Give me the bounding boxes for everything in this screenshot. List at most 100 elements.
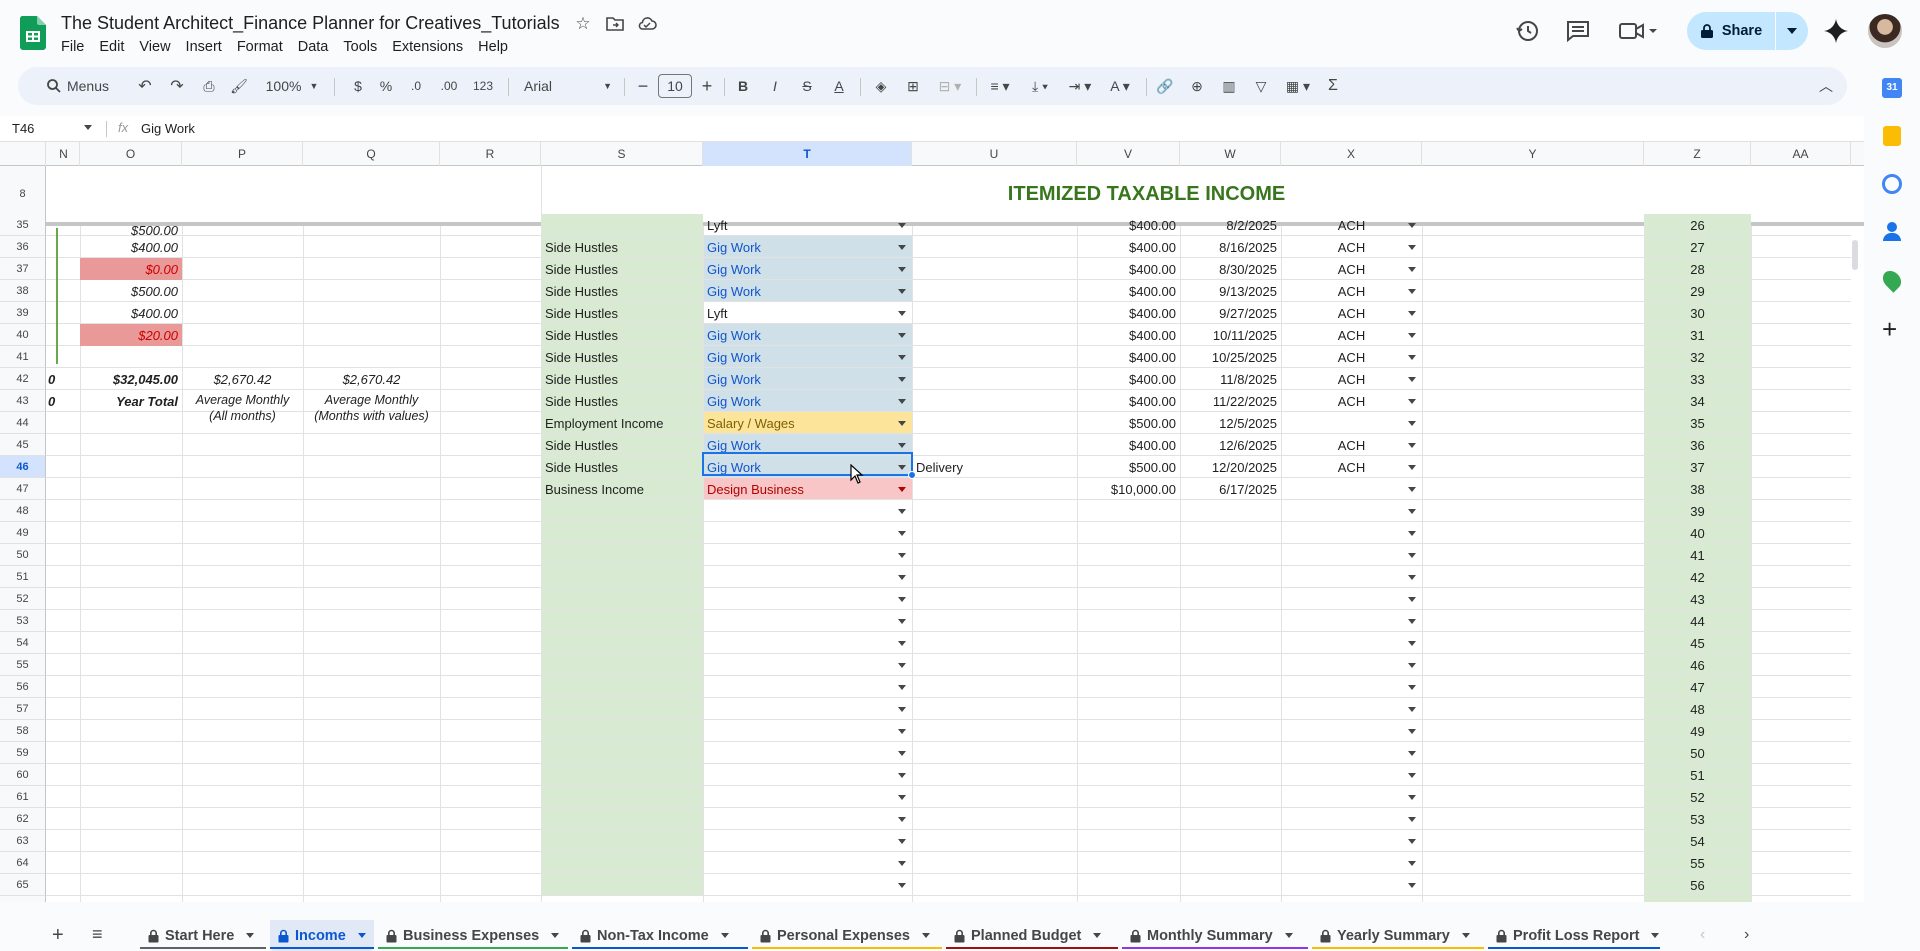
- description-cell[interactable]: [912, 654, 1077, 676]
- dropdown-arrow-icon[interactable]: [1408, 860, 1416, 866]
- cell-o40[interactable]: $20.00: [80, 324, 182, 346]
- subcategory-dropdown[interactable]: [703, 654, 912, 676]
- col-header-p[interactable]: P: [182, 142, 303, 166]
- row-id-cell[interactable]: 41: [1644, 544, 1751, 566]
- description-cell[interactable]: [912, 500, 1077, 522]
- description-cell[interactable]: [912, 280, 1077, 302]
- version-history-icon[interactable]: [1515, 18, 1541, 44]
- description-cell[interactable]: [912, 368, 1077, 390]
- strikethrough-button[interactable]: S: [794, 67, 820, 105]
- payment-method-dropdown[interactable]: [1281, 808, 1422, 830]
- date-cell[interactable]: 10/25/2025: [1180, 346, 1281, 368]
- dropdown-arrow-icon[interactable]: [1408, 266, 1416, 272]
- sheet-tab-non-tax-income[interactable]: Non-Tax Income: [572, 920, 748, 951]
- row-header-51[interactable]: 51: [0, 566, 46, 588]
- amount-cell[interactable]: $400.00: [1077, 368, 1180, 390]
- payment-method-dropdown[interactable]: [1281, 566, 1422, 588]
- description-cell[interactable]: [912, 302, 1077, 324]
- insert-chart-icon[interactable]: ▥: [1216, 67, 1242, 105]
- dropdown-arrow-icon[interactable]: [1408, 508, 1416, 514]
- payment-method-dropdown[interactable]: [1281, 698, 1422, 720]
- menu-help[interactable]: Help: [478, 37, 514, 57]
- menu-tools[interactable]: Tools: [343, 37, 383, 57]
- row-header-50[interactable]: 50: [0, 544, 46, 566]
- description-cell[interactable]: [912, 324, 1077, 346]
- category-cell[interactable]: [541, 500, 703, 522]
- currency-format-button[interactable]: $: [346, 67, 370, 105]
- dropdown-arrow-icon[interactable]: [1408, 464, 1416, 470]
- col-header-t[interactable]: T: [703, 142, 912, 166]
- category-cell[interactable]: [541, 874, 703, 896]
- row-id-cell[interactable]: 36: [1644, 434, 1751, 456]
- payment-method-dropdown[interactable]: [1281, 522, 1422, 544]
- row-header-48[interactable]: 48: [0, 500, 46, 522]
- dropdown-arrow-icon[interactable]: [898, 574, 906, 580]
- subcategory-dropdown[interactable]: [703, 808, 912, 830]
- row-header-66[interactable]: 66: [0, 896, 46, 902]
- dropdown-arrow-icon[interactable]: [898, 266, 906, 272]
- add-sheet-icon[interactable]: +: [52, 924, 64, 947]
- date-cell[interactable]: [1180, 654, 1281, 676]
- category-cell[interactable]: [541, 676, 703, 698]
- chevron-down-icon[interactable]: [1284, 933, 1293, 938]
- subcategory-dropdown[interactable]: Gig Work: [703, 390, 912, 412]
- dropdown-arrow-icon[interactable]: [898, 442, 906, 448]
- dropdown-arrow-icon[interactable]: [898, 706, 906, 712]
- payment-method-dropdown[interactable]: [1281, 764, 1422, 786]
- row-header-35[interactable]: 35: [0, 214, 46, 236]
- category-cell[interactable]: [541, 654, 703, 676]
- amount-cell[interactable]: [1077, 830, 1180, 852]
- payment-method-dropdown[interactable]: [1281, 742, 1422, 764]
- date-cell[interactable]: [1180, 610, 1281, 632]
- amount-cell[interactable]: [1077, 742, 1180, 764]
- row-id-cell[interactable]: 49: [1644, 720, 1751, 742]
- row-id-cell[interactable]: 29: [1644, 280, 1751, 302]
- col-header-y[interactable]: Y: [1422, 142, 1644, 166]
- insert-comment-icon[interactable]: ⊕: [1184, 67, 1210, 105]
- italic-button[interactable]: I: [762, 67, 788, 105]
- sheet-tab-monthly-summary[interactable]: Monthly Summary: [1122, 920, 1308, 951]
- date-cell[interactable]: [1180, 698, 1281, 720]
- subcategory-dropdown[interactable]: [703, 764, 912, 786]
- subcategory-dropdown[interactable]: [703, 632, 912, 654]
- date-cell[interactable]: 8/30/2025: [1180, 258, 1281, 280]
- col-header-u[interactable]: U: [912, 142, 1077, 166]
- amount-cell[interactable]: [1077, 522, 1180, 544]
- date-cell[interactable]: 12/5/2025: [1180, 412, 1281, 434]
- cell-p42[interactable]: $2,670.42: [182, 368, 303, 390]
- scroll-tabs-right-icon[interactable]: ›: [1744, 926, 1749, 944]
- sheet-tab-income[interactable]: Income: [270, 920, 374, 951]
- row-id-cell[interactable]: 46: [1644, 654, 1751, 676]
- menu-view[interactable]: View: [139, 37, 176, 57]
- col-header-z[interactable]: Z: [1644, 142, 1751, 166]
- cloud-status-icon[interactable]: [637, 16, 657, 32]
- description-cell[interactable]: [912, 874, 1077, 896]
- tasks-icon[interactable]: [1882, 174, 1902, 194]
- subcategory-dropdown[interactable]: [703, 566, 912, 588]
- payment-method-dropdown[interactable]: [1281, 478, 1422, 500]
- amount-cell[interactable]: [1077, 698, 1180, 720]
- subcategory-dropdown[interactable]: Gig Work: [703, 368, 912, 390]
- row-id-cell[interactable]: 30: [1644, 302, 1751, 324]
- category-cell[interactable]: Side Hustles: [541, 390, 703, 412]
- category-cell[interactable]: Side Hustles: [541, 456, 703, 478]
- sheet-tab-start-here[interactable]: Start Here: [140, 920, 266, 951]
- date-cell[interactable]: 11/22/2025: [1180, 390, 1281, 412]
- row-header-60[interactable]: 60: [0, 764, 46, 786]
- date-cell[interactable]: 10/11/2025: [1180, 324, 1281, 346]
- amount-cell[interactable]: [1077, 544, 1180, 566]
- row-id-cell[interactable]: 34: [1644, 390, 1751, 412]
- dropdown-arrow-icon[interactable]: [898, 398, 906, 404]
- category-cell[interactable]: [541, 698, 703, 720]
- description-cell[interactable]: [912, 720, 1077, 742]
- contacts-icon[interactable]: [1883, 222, 1901, 242]
- dropdown-arrow-icon[interactable]: [1408, 420, 1416, 426]
- amount-cell[interactable]: $400.00: [1077, 236, 1180, 258]
- row-header-39[interactable]: 39: [0, 302, 46, 324]
- date-cell[interactable]: [1180, 566, 1281, 588]
- payment-method-dropdown[interactable]: [1281, 654, 1422, 676]
- dropdown-arrow-icon[interactable]: [1408, 882, 1416, 888]
- subcategory-dropdown[interactable]: Gig Work: [703, 280, 912, 302]
- decrease-font-size-button[interactable]: −: [632, 67, 654, 105]
- row-id-cell[interactable]: 27: [1644, 236, 1751, 258]
